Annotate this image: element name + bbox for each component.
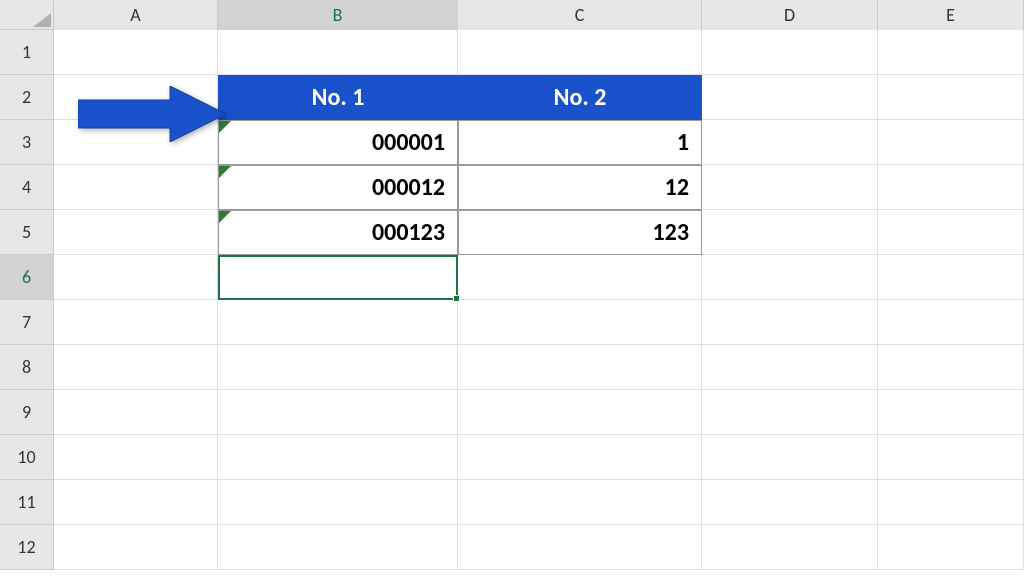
cell-E2[interactable] [878,75,1024,120]
cell-A6[interactable] [54,255,218,300]
cell-D9[interactable] [702,390,878,435]
row-header-3[interactable]: 3 [0,120,54,165]
cell-E12[interactable] [878,525,1024,570]
cell-E1[interactable] [878,30,1024,75]
cell-C6[interactable] [458,255,702,300]
cell-B5[interactable]: 000123 [218,210,458,255]
row-11: 11 [0,480,1024,525]
cell-D4[interactable] [702,165,878,210]
cell-B12[interactable] [218,525,458,570]
arrow-annotation-icon [78,86,226,147]
column-headers: A B C D E [0,0,1024,30]
cell-B1[interactable] [218,30,458,75]
cell-E7[interactable] [878,300,1024,345]
row-6: 6 [0,255,1024,300]
cell-A7[interactable] [54,300,218,345]
cell-C8[interactable] [458,345,702,390]
cell-C7[interactable] [458,300,702,345]
cell-D8[interactable] [702,345,878,390]
row-header-12[interactable]: 12 [0,525,54,570]
col-header-C[interactable]: C [458,0,702,30]
cell-B6[interactable] [218,255,458,300]
row-5: 5 000123 123 [0,210,1024,255]
cell-A4[interactable] [54,165,218,210]
cell-A10[interactable] [54,435,218,480]
cell-B7[interactable] [218,300,458,345]
cell-D5[interactable] [702,210,878,255]
cell-D6[interactable] [702,255,878,300]
cell-E5[interactable] [878,210,1024,255]
cell-D12[interactable] [702,525,878,570]
cell-E11[interactable] [878,480,1024,525]
row-4: 4 000012 12 [0,165,1024,210]
row-9: 9 [0,390,1024,435]
row-8: 8 [0,345,1024,390]
cell-D1[interactable] [702,30,878,75]
row-header-8[interactable]: 8 [0,345,54,390]
col-header-B[interactable]: B [218,0,458,30]
cell-C11[interactable] [458,480,702,525]
col-header-D[interactable]: D [702,0,878,30]
row-header-11[interactable]: 11 [0,480,54,525]
cell-value: 000123 [372,218,445,247]
row-10: 10 [0,435,1024,480]
cell-E8[interactable] [878,345,1024,390]
row-header-5[interactable]: 5 [0,210,54,255]
select-all-corner[interactable] [0,0,54,30]
row-header-9[interactable]: 9 [0,390,54,435]
cell-C5[interactable]: 123 [458,210,702,255]
cell-B3[interactable]: 000001 [218,120,458,165]
cell-C9[interactable] [458,390,702,435]
cell-C12[interactable] [458,525,702,570]
text-format-indicator-icon [219,166,231,178]
col-header-E[interactable]: E [878,0,1024,30]
cell-A5[interactable] [54,210,218,255]
cell-A8[interactable] [54,345,218,390]
cell-A11[interactable] [54,480,218,525]
cell-value: 000012 [372,173,445,202]
cell-C4[interactable]: 12 [458,165,702,210]
cell-E10[interactable] [878,435,1024,480]
fill-handle[interactable] [453,295,460,302]
cell-E6[interactable] [878,255,1024,300]
text-format-indicator-icon [219,211,231,223]
cell-C10[interactable] [458,435,702,480]
cell-B2[interactable]: No. 1 [218,75,458,120]
row-header-4[interactable]: 4 [0,165,54,210]
cell-B10[interactable] [218,435,458,480]
cell-E3[interactable] [878,120,1024,165]
cell-A1[interactable] [54,30,218,75]
cell-C1[interactable] [458,30,702,75]
cell-B9[interactable] [218,390,458,435]
cell-D3[interactable] [702,120,878,165]
cell-D11[interactable] [702,480,878,525]
cell-C2[interactable]: No. 2 [458,75,702,120]
cell-value: 000001 [372,128,445,157]
row-header-2[interactable]: 2 [0,75,54,120]
col-header-A[interactable]: A [54,0,218,30]
cell-D7[interactable] [702,300,878,345]
cell-A12[interactable] [54,525,218,570]
cell-B8[interactable] [218,345,458,390]
row-1: 1 [0,30,1024,75]
cell-E9[interactable] [878,390,1024,435]
row-header-7[interactable]: 7 [0,300,54,345]
cell-D2[interactable] [702,75,878,120]
row-header-10[interactable]: 10 [0,435,54,480]
row-12: 12 [0,525,1024,570]
cell-D10[interactable] [702,435,878,480]
row-header-6[interactable]: 6 [0,255,54,300]
cell-E4[interactable] [878,165,1024,210]
cell-A9[interactable] [54,390,218,435]
row-7: 7 [0,300,1024,345]
row-header-1[interactable]: 1 [0,30,54,75]
cell-B11[interactable] [218,480,458,525]
cell-B4[interactable]: 000012 [218,165,458,210]
cell-C3[interactable]: 1 [458,120,702,165]
